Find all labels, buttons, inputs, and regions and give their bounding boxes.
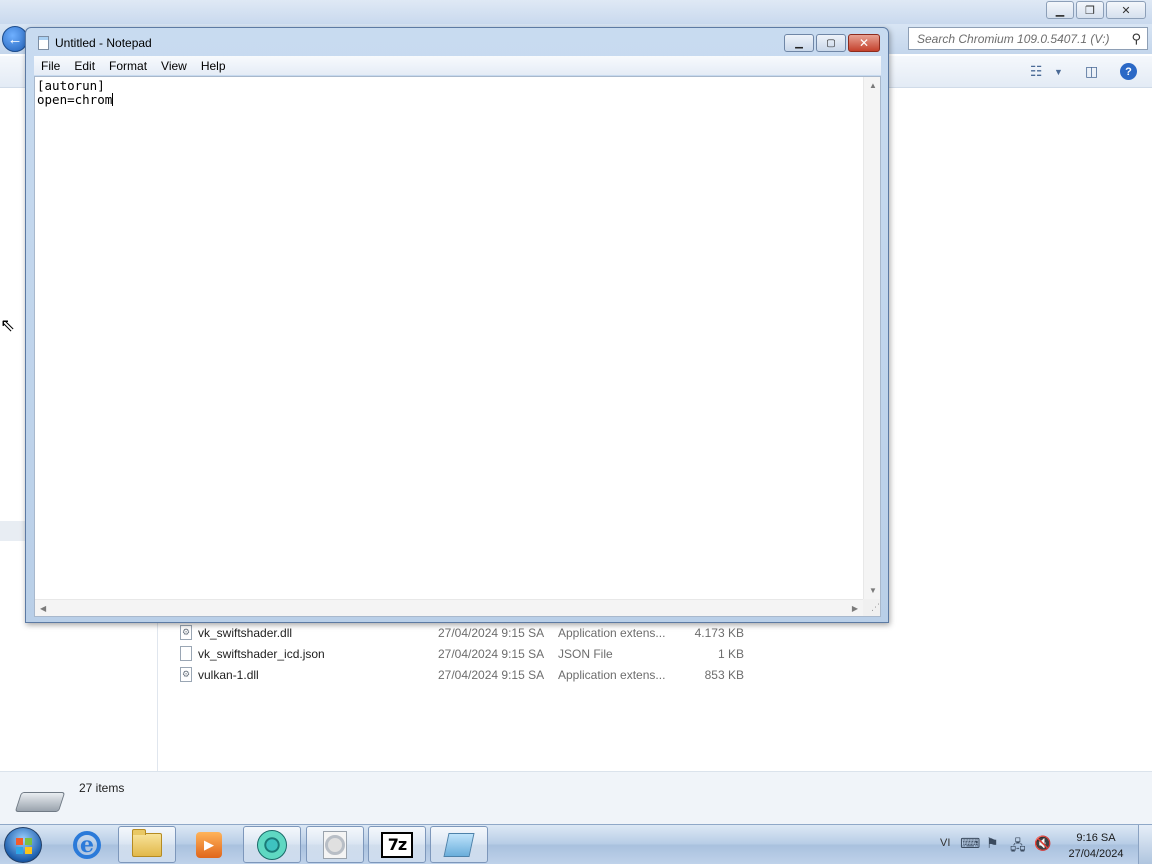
window-title: Untitled - Notepad bbox=[55, 36, 152, 50]
clock-date: 27/04/2024 bbox=[1068, 848, 1124, 860]
text-editor[interactable]: [autorun] open=chrom ▲ ▼ ◀ ▶ ⋰ bbox=[34, 76, 881, 617]
file-type: Application extens... bbox=[558, 668, 666, 682]
clock[interactable]: 9:16 SA 27/04/2024 bbox=[1056, 830, 1136, 862]
chromium-icon bbox=[257, 829, 287, 860]
folder-icon bbox=[132, 828, 162, 857]
system-tray: VI ⌨ ⚑ 🖧 🔇 9:16 SA 27/04/2024 bbox=[930, 825, 1152, 864]
file-date: 27/04/2024 9:15 SA bbox=[438, 668, 545, 682]
seven-zip-icon: 7z bbox=[381, 831, 413, 858]
close-button[interactable]: ✕ bbox=[848, 34, 880, 52]
scroll-left-arrow-icon[interactable]: ◀ bbox=[40, 604, 46, 613]
maximize-button[interactable]: ▢ bbox=[816, 34, 846, 52]
start-button[interactable] bbox=[4, 827, 42, 863]
file-size: 853 KB bbox=[704, 668, 744, 682]
file-name: vulkan-1.dll bbox=[198, 668, 259, 682]
text-line-current: open=chrom bbox=[37, 91, 863, 107]
taskbar-media-player[interactable]: ▶ bbox=[180, 826, 238, 863]
explorer-minimize-button[interactable]: ▁ bbox=[1046, 1, 1074, 19]
json-file-icon bbox=[180, 646, 192, 661]
file-list: ⚙ vk_swiftshader.dll 27/04/2024 9:15 SA … bbox=[160, 622, 860, 685]
scroll-right-arrow-icon[interactable]: ▶ bbox=[852, 604, 858, 613]
horizontal-scrollbar[interactable]: ◀ ▶ bbox=[35, 599, 863, 616]
search-input[interactable]: Search Chromium 109.0.5407.1 (V:) ⚲ bbox=[908, 27, 1148, 50]
show-desktop-button[interactable] bbox=[1138, 825, 1152, 864]
menu-format[interactable]: Format bbox=[102, 59, 154, 73]
taskbar: e ▶ 7z VI ⌨ ⚑ 🖧 🔇 9:16 SA 27/04/2024 bbox=[0, 824, 1152, 864]
file-row[interactable]: vk_swiftshader_icd.json 27/04/2024 9:15 … bbox=[160, 643, 860, 664]
file-size: 1 KB bbox=[717, 647, 744, 661]
explorer-titlebar: ▁ ❐ ✕ bbox=[0, 0, 1152, 24]
taskbar-notepad[interactable] bbox=[430, 826, 488, 863]
menu-bar: File Edit Format View Help bbox=[34, 56, 881, 75]
taskbar-disc-image[interactable] bbox=[306, 826, 364, 863]
text-caret bbox=[112, 92, 114, 106]
file-date: 27/04/2024 9:15 SA bbox=[438, 626, 545, 640]
menu-view[interactable]: View bbox=[154, 59, 194, 73]
text-line: [autorun] bbox=[37, 78, 105, 93]
menu-file[interactable]: File bbox=[34, 59, 67, 73]
taskbar-chromium[interactable] bbox=[243, 826, 301, 863]
explorer-caption-buttons: ▁ ❐ ✕ bbox=[1044, 1, 1146, 19]
file-size: 4.173 KB bbox=[694, 626, 744, 640]
item-count: 27 items bbox=[79, 781, 125, 795]
text-area[interactable]: [autorun] open=chrom bbox=[37, 79, 863, 597]
notepad-window: Untitled - Notepad ▁ ▢ ✕ File Edit Forma… bbox=[25, 27, 889, 623]
explorer-restore-button[interactable]: ❐ bbox=[1076, 1, 1104, 19]
explorer-close-button[interactable]: ✕ bbox=[1106, 1, 1146, 19]
scroll-up-arrow-icon[interactable]: ▲ bbox=[869, 81, 877, 90]
nav-pane-selected-item[interactable] bbox=[0, 521, 26, 541]
file-date: 27/04/2024 9:15 SA bbox=[438, 647, 545, 661]
details-pane: 27 items bbox=[0, 771, 1152, 824]
notepad-icon bbox=[443, 832, 475, 857]
file-name: vk_swiftshader.dll bbox=[198, 626, 293, 640]
volume-muted-icon[interactable]: 🔇 bbox=[1034, 835, 1051, 852]
disc-image-icon bbox=[323, 830, 347, 859]
size-grip-icon[interactable]: ⋰ bbox=[863, 599, 880, 616]
file-name: vk_swiftshader_icd.json bbox=[198, 647, 325, 661]
change-view-icon[interactable]: ☷ bbox=[1030, 63, 1043, 80]
internet-explorer-icon: e bbox=[73, 830, 101, 859]
text-line: open=chrom bbox=[37, 91, 113, 107]
taskbar-windows-explorer[interactable] bbox=[118, 826, 176, 863]
notepad-caption-buttons: ▁ ▢ ✕ bbox=[782, 34, 880, 52]
notepad-icon bbox=[38, 36, 49, 50]
help-icon[interactable]: ? bbox=[1120, 63, 1137, 80]
menu-edit[interactable]: Edit bbox=[67, 59, 102, 73]
file-row[interactable]: ⚙ vk_swiftshader.dll 27/04/2024 9:15 SA … bbox=[160, 622, 860, 643]
preview-pane-icon[interactable]: ◫ bbox=[1085, 63, 1098, 80]
file-row[interactable]: ⚙ vulkan-1.dll 27/04/2024 9:15 SA Applic… bbox=[160, 664, 860, 685]
taskbar-7zip[interactable]: 7z bbox=[368, 826, 426, 863]
keyboard-icon[interactable]: ⌨ bbox=[960, 835, 980, 852]
file-type: Application extens... bbox=[558, 626, 666, 640]
file-type: JSON File bbox=[558, 647, 613, 661]
action-center-flag-icon[interactable]: ⚑ bbox=[986, 835, 999, 852]
network-icon[interactable]: 🖧 bbox=[1010, 835, 1026, 859]
taskbar-internet-explorer[interactable]: e bbox=[58, 826, 116, 863]
clock-time: 9:16 SA bbox=[1076, 832, 1116, 844]
search-placeholder: Search Chromium 109.0.5407.1 (V:) bbox=[917, 32, 1110, 46]
drive-icon bbox=[14, 792, 66, 812]
menu-help[interactable]: Help bbox=[194, 59, 233, 73]
minimize-button[interactable]: ▁ bbox=[784, 34, 814, 52]
dll-file-icon: ⚙ bbox=[180, 667, 192, 682]
view-dropdown-icon[interactable]: ▼ bbox=[1054, 67, 1063, 77]
media-player-icon: ▶ bbox=[196, 831, 222, 858]
search-icon[interactable]: ⚲ bbox=[1131, 31, 1141, 47]
windows-logo-icon bbox=[16, 838, 32, 854]
vertical-scrollbar[interactable]: ▲ ▼ bbox=[863, 77, 880, 599]
dll-file-icon: ⚙ bbox=[180, 625, 192, 640]
scroll-down-arrow-icon[interactable]: ▼ bbox=[869, 586, 877, 595]
language-indicator[interactable]: VI bbox=[940, 837, 950, 849]
mouse-pointer-icon: ⇖ bbox=[0, 315, 16, 335]
notepad-titlebar[interactable]: Untitled - Notepad bbox=[38, 36, 152, 50]
